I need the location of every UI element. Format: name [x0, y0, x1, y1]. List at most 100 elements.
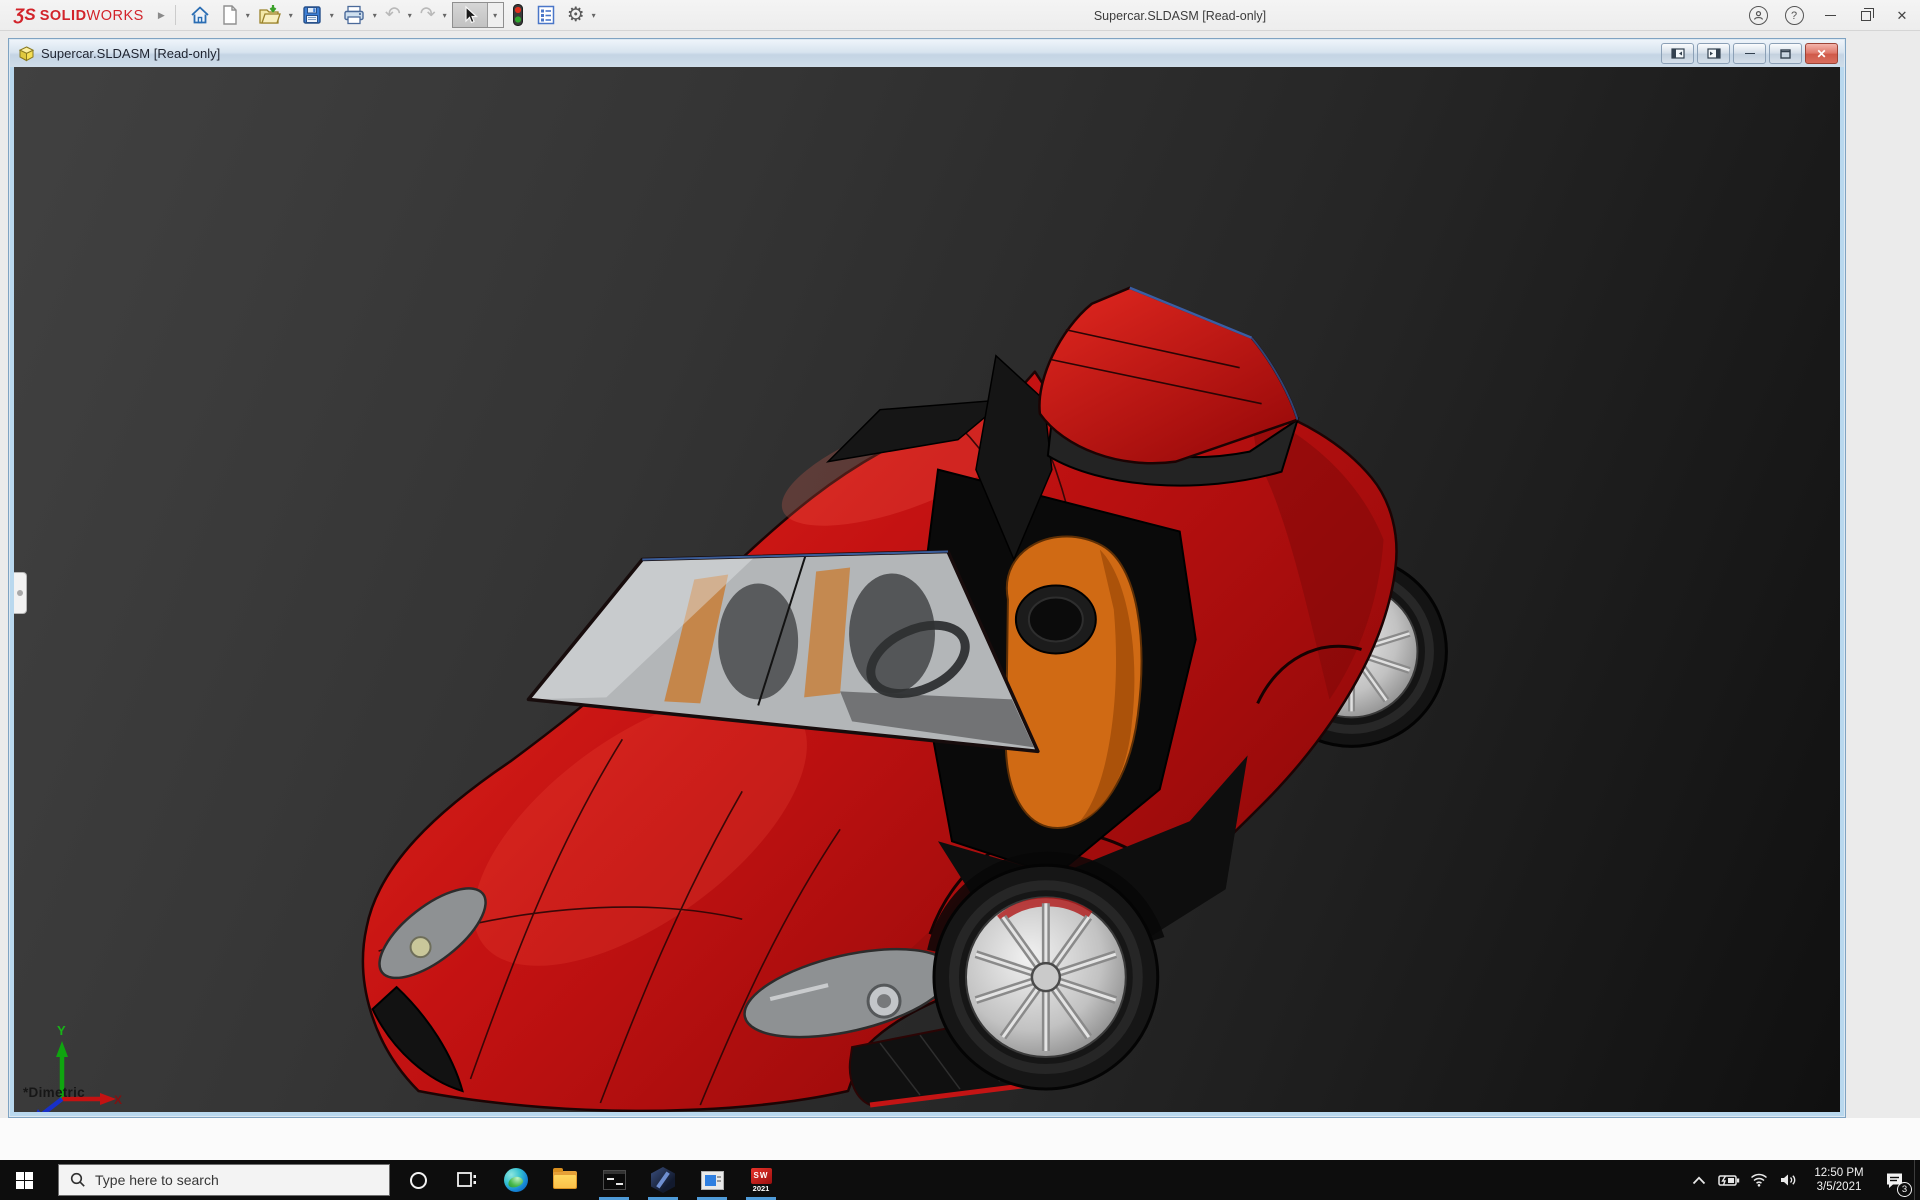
clock-date: 3/5/2021	[1816, 1181, 1862, 1193]
solidworks-logo-glyph: ƷS	[14, 5, 36, 24]
select-tool-dropdown[interactable]: ▾	[486, 3, 503, 27]
wifi-status[interactable]	[1744, 1160, 1774, 1200]
solidworks-2021-icon: SW 2021	[750, 1167, 772, 1193]
file-properties-icon	[537, 5, 554, 25]
home-button[interactable]	[185, 2, 215, 28]
search-placeholder: Type here to search	[95, 1172, 219, 1188]
show-desktop-button[interactable]	[1914, 1160, 1920, 1200]
taskbar-item-command-prompt[interactable]	[590, 1160, 638, 1200]
clock-time: 12:50 PM	[1814, 1167, 1864, 1179]
speaker-icon	[1781, 1174, 1796, 1186]
file-properties-button[interactable]	[531, 2, 561, 28]
split-pane-left-button[interactable]	[1661, 43, 1694, 64]
taskbar-item-task-view[interactable]	[443, 1160, 491, 1200]
select-tool-group: ▾	[451, 2, 504, 28]
taskbar-item-media-app[interactable]	[688, 1160, 736, 1200]
redo-dropdown[interactable]: ▾	[443, 11, 447, 20]
notification-badge: 3	[1897, 1182, 1912, 1197]
volume-control[interactable]	[1774, 1160, 1804, 1200]
view-orientation-label: *Dimetric	[23, 1085, 85, 1100]
start-button[interactable]	[0, 1160, 48, 1200]
media-app-icon	[700, 1170, 724, 1190]
rebuild-button[interactable]	[507, 2, 529, 28]
open-button[interactable]	[254, 2, 286, 28]
status-bar	[0, 1118, 1920, 1160]
taskbar-item-cortana[interactable]	[394, 1160, 442, 1200]
restore-button[interactable]	[1848, 0, 1884, 31]
triad-x-label: X	[114, 1093, 122, 1107]
task-view-icon	[457, 1172, 476, 1187]
taskbar-clock[interactable]: 12:50 PM 3/5/2021	[1808, 1166, 1870, 1194]
options-dropdown[interactable]: ▾	[592, 11, 596, 20]
new-document-icon	[223, 5, 237, 25]
car-model-supercar[interactable]	[14, 67, 1840, 1112]
front-wheel[interactable]	[927, 851, 1165, 1091]
taskbar: Type here to search SW 2021 12:50 PM 3/5…	[0, 1160, 1920, 1200]
battery-charging-icon	[1718, 1174, 1740, 1186]
app-titlebar: ƷS SOLID WORKS ▶ ▾ ▾ ▾ ▾ ↶ ▾ ↷ ▾ ▾ ⚙ ▾ S…	[0, 0, 1920, 31]
close-button[interactable]: ✕	[1884, 0, 1920, 31]
open-icon	[259, 5, 281, 24]
cortana-icon	[409, 1171, 427, 1189]
help-button[interactable]: ?	[1776, 0, 1812, 31]
gear-icon: ⚙	[566, 4, 585, 26]
restore-icon	[1861, 7, 1874, 21]
document-titlebar[interactable]: Supercar.SLDASM [Read-only] ✕	[10, 40, 1844, 67]
undo-icon: ↶	[384, 4, 401, 25]
system-tray: 12:50 PM 3/5/2021 3	[1684, 1160, 1920, 1200]
taskbar-item-file-explorer[interactable]	[541, 1160, 589, 1200]
search-input[interactable]: Type here to search	[58, 1164, 390, 1196]
document-restore-icon	[1780, 48, 1791, 59]
split-pane-left-icon	[1670, 48, 1685, 59]
print-button[interactable]	[338, 2, 370, 28]
feature-panel-flyout-tab[interactable]	[14, 572, 27, 614]
hexagon-app-icon	[651, 1167, 675, 1193]
wifi-icon	[1751, 1173, 1767, 1187]
document-close-button[interactable]: ✕	[1805, 43, 1838, 64]
undo-button[interactable]: ↶	[381, 2, 405, 28]
account-icon	[1748, 6, 1768, 25]
new-document-dropdown[interactable]: ▾	[246, 11, 250, 20]
redo-icon: ↷	[419, 4, 436, 25]
open-dropdown[interactable]: ▾	[289, 11, 293, 20]
app-window-title: Supercar.SLDASM [Read-only]	[1093, 8, 1267, 23]
action-center-button[interactable]: 3	[1874, 1160, 1914, 1200]
windows-logo-icon	[15, 1171, 33, 1189]
cursor-icon	[465, 5, 478, 24]
graphics-viewport[interactable]: Y X *Dimetric	[14, 67, 1840, 1112]
edge-icon	[504, 1168, 528, 1192]
taskbar-item-hexagon-app[interactable]	[639, 1160, 687, 1200]
undo-dropdown[interactable]: ▾	[408, 11, 412, 20]
search-icon	[70, 1172, 86, 1188]
gullwing-door-open[interactable]	[1038, 286, 1300, 487]
save-icon	[303, 6, 321, 24]
save-dropdown[interactable]: ▾	[330, 11, 334, 20]
split-pane-right-button[interactable]	[1697, 43, 1730, 64]
print-dropdown[interactable]: ▾	[373, 11, 377, 20]
battery-status[interactable]	[1714, 1160, 1744, 1200]
taskbar-item-solidworks[interactable]: SW 2021	[737, 1160, 785, 1200]
file-explorer-icon	[553, 1168, 577, 1189]
document-window: Supercar.SLDASM [Read-only] ✕ Y X *Dimet…	[8, 38, 1846, 1118]
redo-button[interactable]: ↷	[416, 2, 440, 28]
document-restore-button[interactable]	[1769, 43, 1802, 64]
save-button[interactable]	[297, 2, 327, 28]
minimize-button[interactable]	[1812, 0, 1848, 31]
select-tool-button[interactable]	[452, 3, 487, 27]
document-close-icon: ✕	[1816, 46, 1827, 61]
print-icon	[344, 5, 364, 25]
taskbar-item-edge[interactable]	[492, 1160, 540, 1200]
options-button[interactable]: ⚙	[563, 2, 589, 28]
minimize-icon	[1824, 15, 1836, 16]
hidden-icons-button[interactable]	[1684, 1160, 1714, 1200]
triad-y-label: Y	[57, 1023, 66, 1038]
document-minimize-button[interactable]	[1733, 43, 1766, 64]
chevron-up-icon	[1692, 1176, 1706, 1184]
help-icon: ?	[1784, 6, 1804, 25]
account-button[interactable]	[1740, 0, 1776, 31]
new-document-button[interactable]	[217, 2, 243, 28]
toolbar-separator	[174, 5, 176, 25]
assembly-document-icon	[18, 45, 35, 62]
menu-expander-icon[interactable]: ▶	[158, 10, 165, 21]
document-window-buttons: ✕	[1661, 43, 1838, 64]
